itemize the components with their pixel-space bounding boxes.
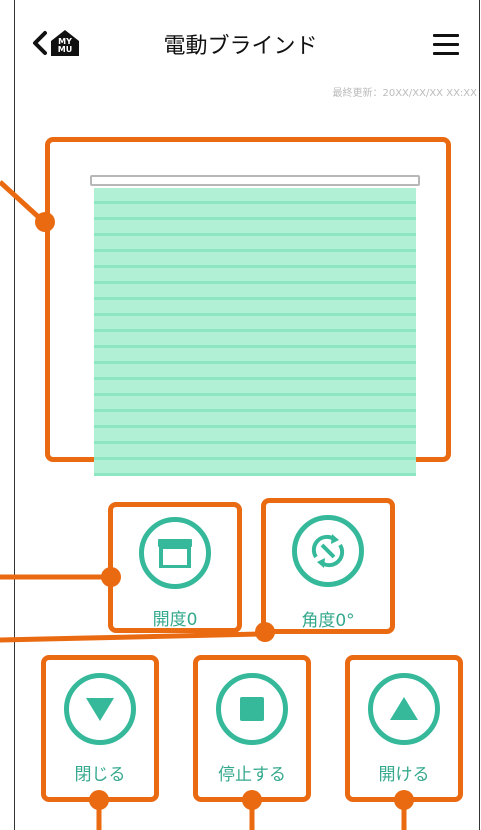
blind-slat bbox=[94, 380, 416, 396]
blind-slat bbox=[94, 412, 416, 428]
stop-circle bbox=[216, 673, 288, 745]
hamburger-menu-icon[interactable] bbox=[433, 34, 459, 56]
close-circle bbox=[64, 673, 136, 745]
stop-button[interactable]: 停止する bbox=[193, 655, 311, 802]
opening-status: 開度0 bbox=[108, 502, 242, 633]
blind-slat bbox=[94, 460, 416, 476]
blind-slat bbox=[94, 236, 416, 252]
stop-label: 停止する bbox=[218, 765, 286, 785]
open-circle bbox=[368, 673, 440, 745]
opening-label: 開度0 bbox=[152, 610, 198, 630]
callout-dot-angle bbox=[255, 622, 275, 642]
angle-status: 角度0° bbox=[261, 498, 395, 634]
blind-slat bbox=[94, 284, 416, 300]
angle-circle bbox=[292, 515, 364, 587]
blind-slat bbox=[94, 252, 416, 268]
close-button[interactable]: 閉じる bbox=[41, 655, 159, 802]
blind-slat bbox=[94, 188, 416, 204]
blind-slat bbox=[94, 204, 416, 220]
close-label: 閉じる bbox=[74, 765, 126, 785]
angle-label: 角度0° bbox=[301, 611, 355, 631]
blind-slat bbox=[94, 332, 416, 348]
blind-slat bbox=[94, 364, 416, 380]
blind-slat bbox=[94, 316, 416, 332]
triangle-down-icon bbox=[86, 698, 114, 721]
blind-slat bbox=[94, 396, 416, 412]
blind-slat bbox=[94, 220, 416, 236]
page-title: 電動ブラインド bbox=[163, 34, 318, 59]
callout-dot-preview bbox=[35, 212, 55, 232]
blind-preview bbox=[45, 137, 451, 476]
rotate-icon bbox=[311, 534, 345, 568]
blind-slat bbox=[94, 348, 416, 364]
app-header: MY MU 電動ブラインド bbox=[0, 0, 481, 80]
triangle-up-icon bbox=[390, 697, 418, 720]
square-stop-icon bbox=[240, 697, 264, 721]
blind-icon bbox=[158, 539, 192, 568]
blind-slats bbox=[94, 188, 416, 476]
callout-dot-stop bbox=[242, 790, 262, 810]
open-button[interactable]: 開ける bbox=[345, 655, 463, 802]
blind-slat bbox=[94, 300, 416, 316]
callout-dot-close bbox=[89, 790, 109, 810]
callout-dot-opening bbox=[101, 567, 121, 587]
opening-circle bbox=[139, 517, 211, 589]
blind-slat bbox=[94, 428, 416, 444]
blind-slat bbox=[94, 268, 416, 284]
last-updated-text: 最終更新：20XX/XX/XX XX:XX bbox=[332, 88, 477, 99]
callout-dot-open bbox=[394, 790, 414, 810]
blind-slat bbox=[94, 444, 416, 460]
open-label: 開ける bbox=[378, 765, 430, 785]
blind-rail bbox=[90, 175, 420, 186]
